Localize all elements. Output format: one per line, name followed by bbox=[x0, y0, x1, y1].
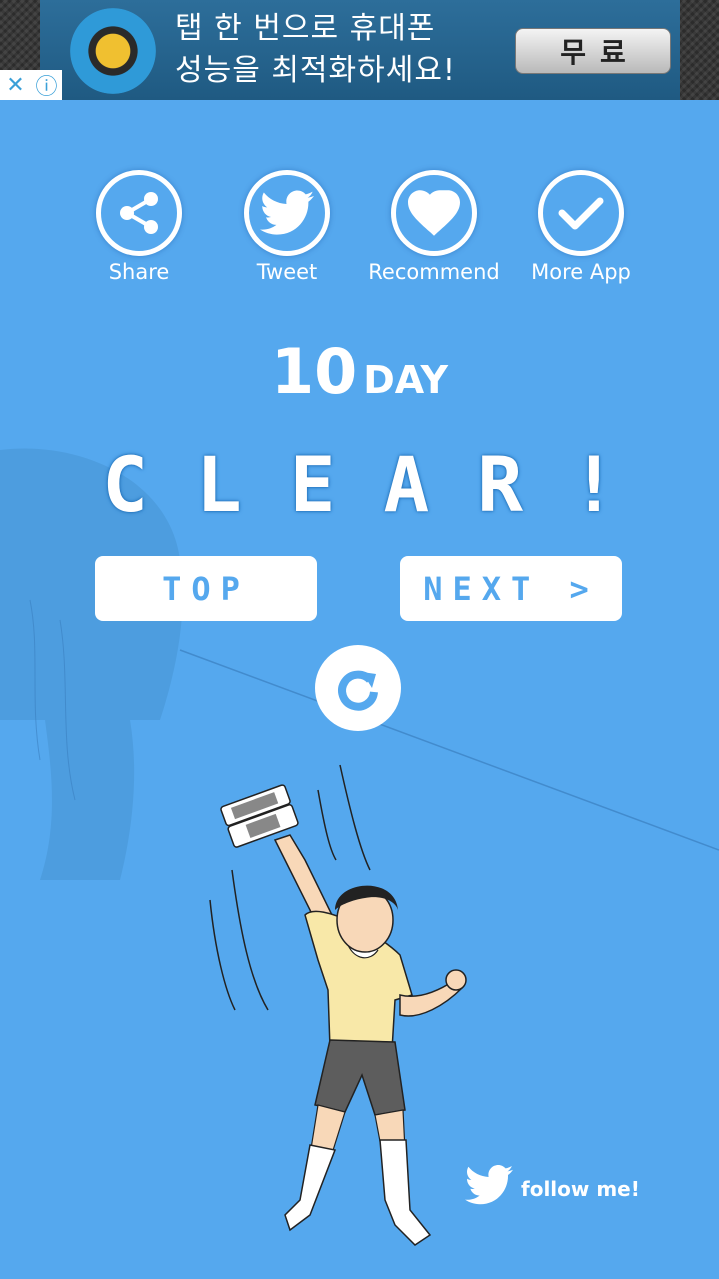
day-counter: 10 DAY bbox=[0, 335, 719, 408]
ad-close-icon[interactable]: ✕ bbox=[0, 70, 31, 100]
tweet-button[interactable]: Tweet bbox=[212, 170, 362, 284]
twitter-icon bbox=[244, 170, 330, 256]
clear-title: CLEAR! bbox=[102, 440, 665, 529]
tweet-label: Tweet bbox=[256, 260, 318, 284]
ad-content[interactable]: 탭 한 번으로 휴대폰 성능을 최적화하세요! 무료 bbox=[40, 0, 680, 100]
share-label: Share bbox=[108, 260, 170, 284]
ad-info-icon[interactable]: ⓘ bbox=[31, 70, 62, 100]
day-unit: DAY bbox=[363, 358, 449, 402]
follow-link[interactable]: follow me! bbox=[465, 1165, 640, 1205]
top-button[interactable]: TOP bbox=[95, 556, 317, 621]
cleaner-app-icon bbox=[70, 8, 156, 94]
refresh-icon bbox=[338, 670, 378, 711]
ad-text: 탭 한 번으로 휴대폰 성능을 최적화하세요! bbox=[175, 8, 456, 92]
recommend-button[interactable]: Recommend bbox=[359, 170, 509, 284]
ad-line-1: 탭 한 번으로 휴대폰 bbox=[175, 11, 436, 46]
retry-button[interactable] bbox=[315, 645, 401, 731]
recommend-label: Recommend bbox=[368, 260, 500, 284]
ad-line-2: 성능을 최적화하세요! bbox=[175, 53, 456, 88]
ad-controls: ✕ ⓘ bbox=[0, 70, 62, 100]
ad-free-button[interactable]: 무료 bbox=[515, 28, 671, 74]
check-icon bbox=[538, 170, 624, 256]
share-button[interactable]: Share bbox=[64, 170, 214, 284]
twitter-icon bbox=[465, 1165, 513, 1205]
day-number: 10 bbox=[270, 335, 358, 408]
ad-banner[interactable]: 탭 한 번으로 휴대폰 성능을 최적화하세요! 무료 ✕ ⓘ bbox=[0, 0, 719, 100]
more-app-button[interactable]: More App bbox=[506, 170, 656, 284]
more-app-label: More App bbox=[531, 260, 631, 284]
share-icon bbox=[96, 170, 182, 256]
next-button[interactable]: NEXT > bbox=[400, 556, 622, 621]
heart-icon bbox=[391, 170, 477, 256]
follow-label: follow me! bbox=[521, 1177, 640, 1201]
